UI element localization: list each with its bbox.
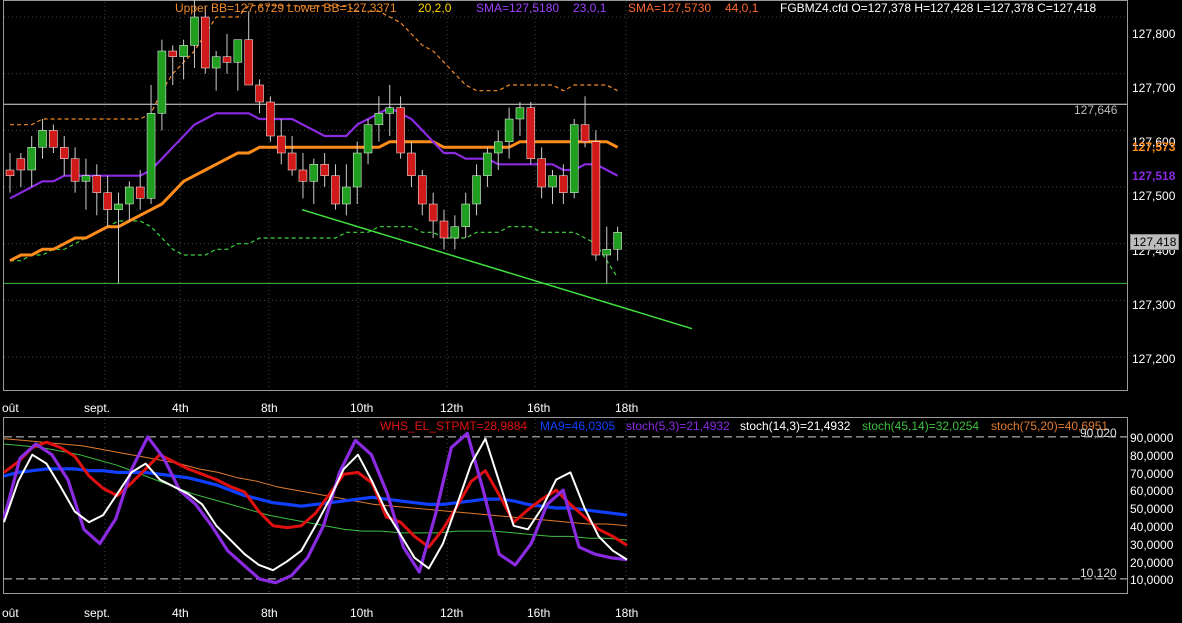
osc-tick: 60,0000: [1130, 484, 1174, 498]
osc-tick: 30,0000: [1130, 538, 1174, 552]
x-label: 8th: [261, 606, 278, 620]
osc-tick: 80,0000: [1130, 449, 1174, 463]
x-label: 18th: [615, 606, 639, 620]
stoch4514-label: stoch(45,14)=32,0254: [862, 419, 980, 433]
osc_red-line: [3, 440, 628, 549]
x-label: 4th: [172, 606, 189, 620]
osc_purple-line: [2, 431, 628, 585]
osc_blue-line: [3, 467, 628, 517]
x-label: sept.: [84, 606, 111, 620]
oscillator-chart: [2, 419, 1127, 592]
osc-upper-level-badge: 90,020: [1080, 426, 1117, 440]
ma9-label: MA9=46,0305: [540, 419, 616, 433]
osc-tick: 90,0000: [1130, 431, 1174, 445]
osc-tick: 20,0000: [1130, 556, 1174, 570]
osc-tick: 50,0000: [1130, 502, 1174, 516]
x-label: 12th: [440, 606, 464, 620]
osc-lower-level-badge: 10,120: [1080, 566, 1117, 580]
stoch143-label: stoch(14,3)=21,4932: [740, 419, 851, 433]
x-label: 10th: [350, 606, 374, 620]
stoch53-label: stoch(5,3)=21,4932: [626, 419, 730, 433]
x-label: 16th: [527, 606, 551, 620]
osc-tick: 40,0000: [1130, 520, 1174, 534]
osc-tick: 10,0000: [1130, 573, 1174, 587]
x-label: oût: [2, 606, 19, 620]
osc-tick: 70,0000: [1130, 467, 1174, 481]
whs-label: WHS_EL_STPMT=28,9884: [380, 419, 528, 433]
